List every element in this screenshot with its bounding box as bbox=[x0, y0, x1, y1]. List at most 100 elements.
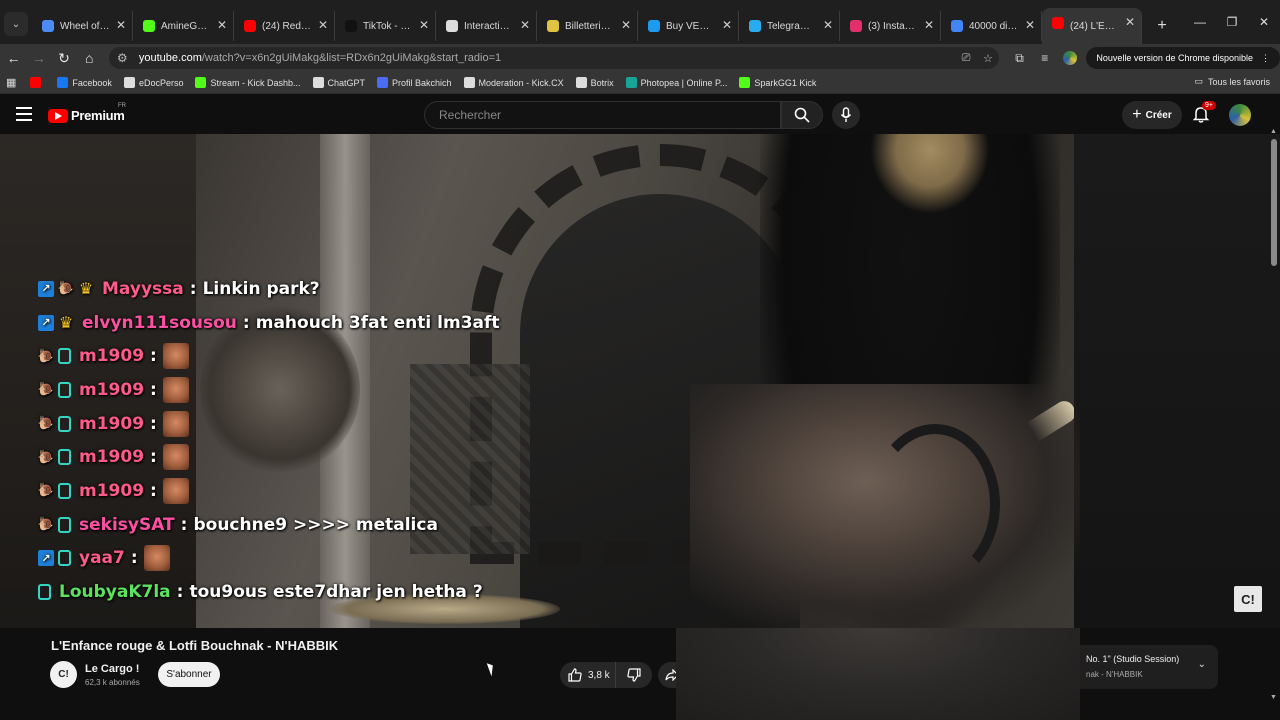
close-tab-icon[interactable]: ✕ bbox=[722, 18, 732, 32]
search-input[interactable]: Rechercher bbox=[424, 101, 781, 129]
back-icon[interactable]: ← bbox=[2, 46, 25, 70]
tab-title: (3) Instagram bbox=[868, 20, 918, 32]
plus-icon: + bbox=[1132, 106, 1142, 123]
close-tab-icon[interactable]: ✕ bbox=[1125, 15, 1135, 29]
subscribe-button[interactable]: S'abonner bbox=[158, 662, 220, 687]
close-tab-icon[interactable]: ✕ bbox=[318, 18, 328, 32]
channel-avatar[interactable]: C! bbox=[50, 661, 77, 688]
home-icon[interactable]: ⌂ bbox=[78, 46, 101, 70]
bookmark-item[interactable]: Facebook bbox=[57, 77, 112, 88]
apps-grid-icon[interactable]: ▦ bbox=[6, 76, 16, 89]
close-tab-icon[interactable]: ✕ bbox=[1025, 18, 1035, 32]
close-tab-icon[interactable]: ✕ bbox=[520, 18, 530, 32]
chat-username: Mayyssa bbox=[102, 278, 184, 299]
bookmark-item[interactable] bbox=[30, 77, 45, 88]
like-button[interactable]: 3,8 k bbox=[560, 662, 616, 688]
bookmark-item[interactable]: eDocPerso bbox=[123, 77, 183, 88]
menu-icon[interactable] bbox=[16, 107, 32, 121]
browser-tab[interactable]: 40000 dirham ✕ bbox=[941, 11, 1042, 41]
profile-icon[interactable] bbox=[1057, 46, 1082, 70]
bookmarks-list: Facebook eDocPerso Stream - Kick Dashb... C… bbox=[30, 77, 828, 88]
chrome-update-button[interactable]: Nouvelle version de Chrome disponible ⋮ bbox=[1086, 47, 1280, 69]
subscriber-badge-icon bbox=[58, 449, 71, 466]
bookmark-favicon-icon bbox=[625, 77, 637, 88]
chat-separator: : bbox=[150, 480, 157, 501]
new-tab-button[interactable]: + bbox=[1150, 14, 1174, 38]
chat-message: 🐌 m1909: bbox=[38, 407, 500, 441]
page-scrollbar[interactable] bbox=[1271, 139, 1277, 266]
tab-search-button[interactable]: ⌄ bbox=[4, 12, 28, 36]
chat-separator: : bbox=[242, 312, 250, 333]
browser-tab[interactable]: TikTok - Make ✕ bbox=[335, 11, 436, 41]
close-tab-icon[interactable]: ✕ bbox=[621, 18, 631, 32]
bookmark-item[interactable]: Botrix bbox=[575, 77, 614, 88]
thumbs-up-icon bbox=[568, 668, 582, 682]
browser-tab[interactable]: Billetterie - Wi ✕ bbox=[537, 11, 638, 41]
close-tab-icon[interactable]: ✕ bbox=[924, 18, 934, 32]
bookmark-item[interactable]: SparkGG1 Kick bbox=[739, 77, 816, 88]
chat-separator: : bbox=[189, 278, 197, 299]
subscriber-badge-icon bbox=[58, 482, 71, 499]
tab-title: Buy VENDREDI bbox=[666, 20, 716, 32]
snail-badge-icon: 🐌 bbox=[37, 449, 55, 465]
address-bar[interactable]: ⚙ youtube.com/watch?v=x6n2gUiMakg&list=R… bbox=[108, 47, 999, 69]
close-tab-icon[interactable]: ✕ bbox=[823, 18, 833, 32]
bookmark-item[interactable]: Stream - Kick Dashb... bbox=[195, 77, 301, 88]
bookmark-item[interactable]: Profil Bakchich bbox=[377, 77, 452, 88]
tab-favicon-icon bbox=[648, 20, 660, 32]
bookmark-favicon-icon bbox=[30, 77, 42, 88]
bookmark-item[interactable]: ChatGPT bbox=[312, 77, 365, 88]
browser-tab[interactable]: Telegram Web ✕ bbox=[739, 11, 840, 41]
browser-tab[interactable]: Interaction | Botrix ✕ bbox=[436, 11, 537, 41]
playlist-panel[interactable]: No. 1" (Studio Session) nak - N'HABBIK ⌄ bbox=[1068, 645, 1218, 689]
subscriber-badge-icon bbox=[58, 415, 71, 432]
all-bookmarks[interactable]: ▭ Tous les favoris bbox=[1194, 76, 1270, 87]
install-app-icon[interactable]: ⎚ bbox=[955, 52, 977, 65]
browser-tab[interactable]: AmineGomez ✕ bbox=[133, 11, 234, 41]
media-controls-icon[interactable]: ≡ bbox=[1032, 46, 1057, 70]
subscriber-badge-icon bbox=[58, 516, 71, 533]
scroll-up-arrow-icon[interactable]: ▲ bbox=[1270, 128, 1277, 135]
bookmark-label: SparkGG1 Kick bbox=[754, 77, 817, 88]
minimize-icon[interactable]: — bbox=[1184, 0, 1216, 44]
tab-title: Wheel of Names bbox=[60, 20, 110, 32]
close-tab-icon[interactable]: ✕ bbox=[419, 18, 429, 32]
vip-badge-icon: ↗ bbox=[38, 314, 54, 331]
close-window-icon[interactable]: ✕ bbox=[1248, 0, 1280, 44]
account-avatar[interactable] bbox=[1229, 104, 1251, 126]
voice-search-button[interactable] bbox=[832, 101, 860, 129]
bookmark-item[interactable]: Moderation - Kick.CX bbox=[463, 77, 564, 88]
chat-separator: : bbox=[176, 582, 184, 603]
tab-favicon-icon bbox=[143, 20, 155, 32]
dislike-button[interactable] bbox=[616, 662, 652, 688]
chevron-down-icon[interactable]: ⌄ bbox=[1198, 659, 1206, 670]
reload-icon[interactable]: ↻ bbox=[52, 46, 75, 70]
chat-separator: : bbox=[150, 346, 157, 367]
create-button[interactable]: + Créer bbox=[1122, 101, 1182, 129]
video-player[interactable]: ↗ 🐌 ♛ Mayyssa: Linkin park? ↗ ♛ elvyn111sousou:… bbox=[0, 134, 1280, 628]
channel-name[interactable]: Le Cargo ! bbox=[85, 663, 139, 675]
logo-country: FR bbox=[118, 103, 126, 109]
browser-tab[interactable]: (24) L'Enfance ✕ bbox=[1042, 8, 1142, 44]
bookmark-item[interactable]: Photopea | Online P... bbox=[625, 77, 727, 88]
extensions-icon[interactable]: ⧉ bbox=[1007, 46, 1032, 70]
browser-tab[interactable]: Wheel of Names ✕ bbox=[32, 11, 133, 41]
forward-icon[interactable]: → bbox=[27, 46, 50, 70]
scroll-down-arrow-icon[interactable]: ▼ bbox=[1270, 694, 1277, 701]
restore-icon[interactable]: ❐ bbox=[1216, 0, 1248, 44]
video-frame-right bbox=[1074, 134, 1280, 628]
browser-tab[interactable]: (24) Red Hot Chili ✕ bbox=[234, 11, 335, 41]
browser-tab[interactable]: (3) Instagram ✕ bbox=[840, 11, 941, 41]
search-button[interactable] bbox=[781, 101, 823, 129]
bookmark-star-icon[interactable]: ☆ bbox=[977, 52, 999, 65]
close-tab-icon[interactable]: ✕ bbox=[217, 18, 227, 32]
channel-watermark[interactable]: C! bbox=[1234, 586, 1262, 612]
chat-message: 🐌 m1909: bbox=[38, 373, 500, 407]
kebab-menu-icon[interactable]: ⋮ bbox=[1261, 53, 1270, 64]
youtube-logo[interactable]: Premium FR bbox=[48, 103, 126, 123]
browser-tab[interactable]: Buy VENDREDI ✕ bbox=[638, 11, 739, 41]
site-info-icon[interactable]: ⚙ bbox=[117, 51, 133, 65]
close-tab-icon[interactable]: ✕ bbox=[116, 18, 126, 32]
notifications-button[interactable]: 9+ bbox=[1192, 101, 1216, 125]
tab-favicon-icon bbox=[547, 20, 559, 32]
